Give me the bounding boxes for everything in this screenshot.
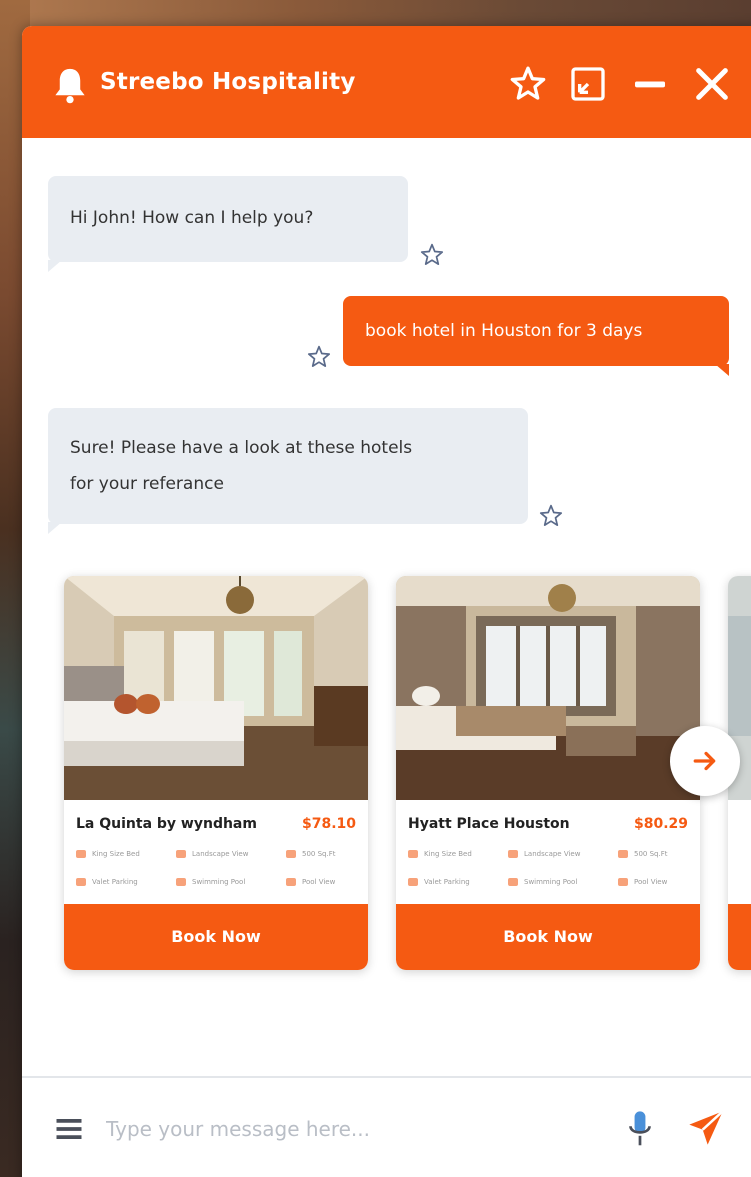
- star-icon[interactable]: [508, 64, 548, 104]
- hotel-room-photo: [396, 576, 700, 800]
- bot-message: Hi John! How can I help you?: [48, 176, 408, 272]
- arrow-right-icon: [693, 751, 716, 771]
- bot-message-line: for your referance: [70, 474, 224, 494]
- view-icon: [618, 878, 628, 886]
- landscape-icon: [176, 850, 186, 858]
- bed-icon: [408, 850, 418, 858]
- amenity-item: King Size Bed: [76, 850, 140, 858]
- bot-message: Sure! Please have a look at these hotels…: [48, 408, 528, 534]
- hotel-card[interactable]: La Quinta by wyndham $78.10 King Size Be…: [64, 576, 368, 970]
- pool-icon: [508, 878, 518, 886]
- message-input[interactable]: [106, 1106, 596, 1152]
- amenity-item: Valet Parking: [76, 878, 138, 886]
- chat-footer: [22, 1076, 751, 1177]
- parking-icon: [76, 878, 86, 886]
- hotel-price: $78.10: [301, 816, 356, 832]
- book-now-button[interactable]: Book Now: [396, 904, 700, 970]
- close-icon[interactable]: [692, 64, 732, 104]
- carousel-next-button[interactable]: [670, 726, 740, 796]
- amenity-item: King Size Bed: [408, 850, 472, 858]
- hotel-price: $80.29: [633, 816, 688, 832]
- user-message-text: book hotel in Houston for 3 days: [365, 321, 643, 341]
- hotel-name: La Quinta by wyndham: [76, 816, 257, 832]
- star-icon[interactable]: [419, 242, 445, 268]
- star-icon[interactable]: [538, 503, 564, 529]
- pool-icon: [176, 878, 186, 886]
- microphone-icon[interactable]: [626, 1110, 654, 1148]
- book-now-button[interactable]: Book Now: [64, 904, 368, 970]
- landscape-icon: [508, 850, 518, 858]
- amenity-item: 500 Sq.Ft: [286, 850, 335, 858]
- hotel-room-photo: [64, 576, 368, 800]
- amenity-item: Landscape View: [508, 850, 580, 858]
- area-icon: [286, 850, 296, 858]
- expand-icon[interactable]: [568, 64, 608, 104]
- send-icon[interactable]: [686, 1108, 726, 1148]
- bot-message-text: Hi John! How can I help you?: [70, 208, 314, 228]
- parking-icon: [408, 878, 418, 886]
- star-icon[interactable]: [306, 344, 332, 370]
- amenity-item: Swimming Pool: [176, 878, 245, 886]
- user-message: book hotel in Houston for 3 days: [343, 296, 729, 376]
- hotel-card[interactable]: Hyatt Place Houston $80.29 King Size Bed…: [396, 576, 700, 970]
- amenity-item: Landscape View: [176, 850, 248, 858]
- chat-header: Streebo Hospitality: [22, 26, 751, 138]
- amenity-item: Pool View: [618, 878, 667, 886]
- amenity-item: Valet Parking: [408, 878, 470, 886]
- amenity-item: Swimming Pool: [508, 878, 577, 886]
- bell-icon: [55, 68, 85, 104]
- background-top: [0, 0, 751, 28]
- area-icon: [618, 850, 628, 858]
- amenity-item: 500 Sq.Ft: [618, 850, 667, 858]
- book-now-button[interactable]: [728, 904, 751, 970]
- menu-icon[interactable]: [54, 1114, 84, 1144]
- amenity-item: Pool View: [286, 878, 335, 886]
- chat-widget: Streebo Hospitality Hi John! How can I h…: [22, 26, 751, 1177]
- chat-title: Streebo Hospitality: [100, 69, 356, 95]
- bot-message-line: Sure! Please have a look at these hotels: [70, 438, 413, 458]
- view-icon: [286, 878, 296, 886]
- bed-icon: [76, 850, 86, 858]
- minimize-icon[interactable]: [630, 64, 670, 104]
- hotel-name: Hyatt Place Houston: [408, 816, 570, 832]
